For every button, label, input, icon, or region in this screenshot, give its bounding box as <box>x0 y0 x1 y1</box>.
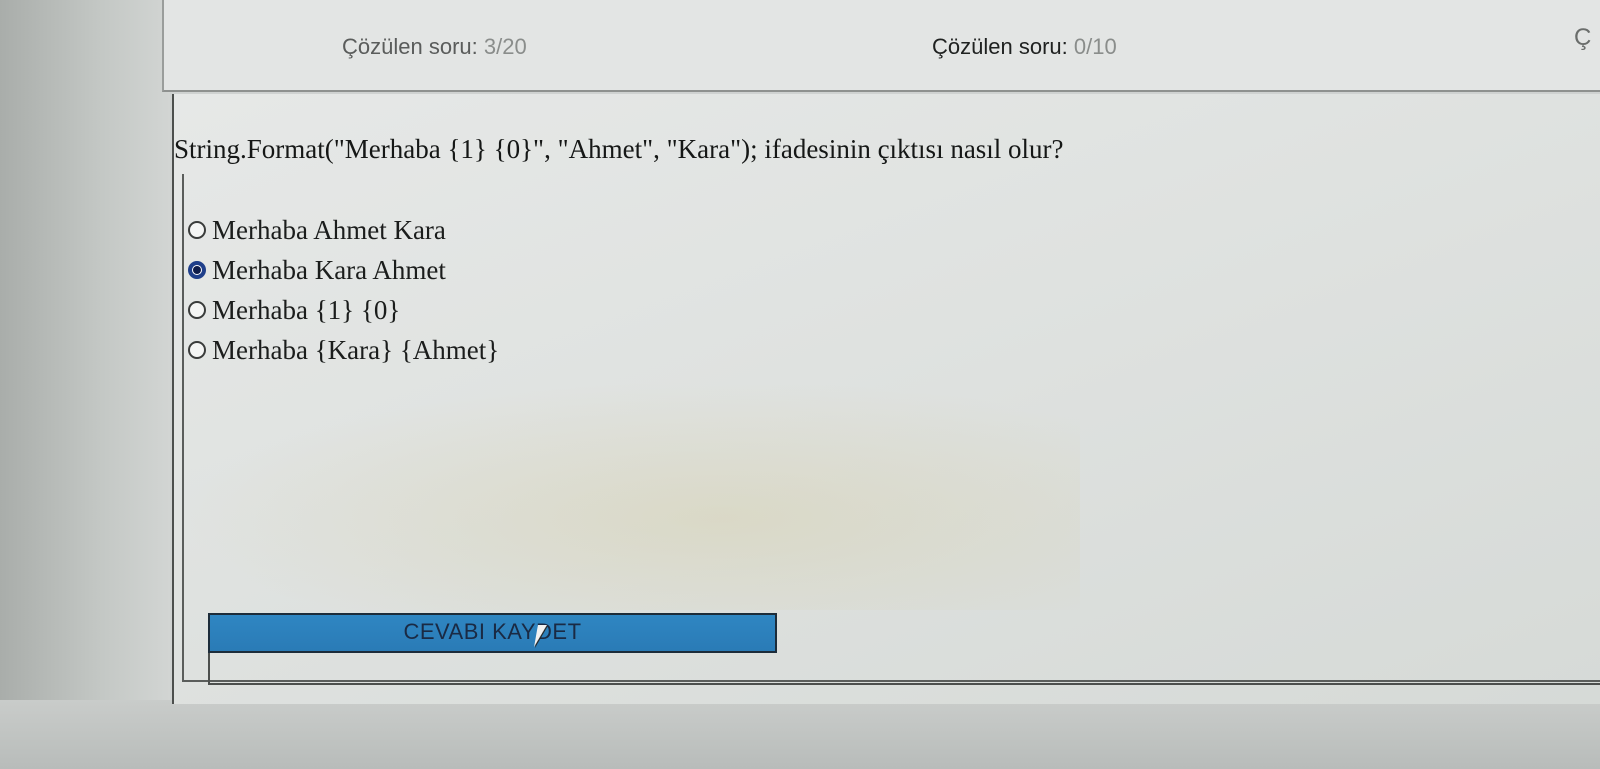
answer-option-1[interactable]: Merhaba Ahmet Kara <box>188 210 499 250</box>
solved-counter-1: Çözülen soru: 3/20 <box>342 34 527 60</box>
answer-frame: Merhaba Ahmet Kara Merhaba Kara Ahmet Me… <box>182 174 1600 682</box>
radio-button[interactable] <box>188 301 206 319</box>
solved-counter-3-label: Ç <box>1574 24 1592 51</box>
monitor-bezel <box>0 0 170 769</box>
radio-button[interactable] <box>188 221 206 239</box>
solved-counter-2-value: 0/10 <box>1073 34 1117 59</box>
answer-option-4[interactable]: Merhaba {Kara} {Ahmet} <box>188 330 499 370</box>
question-text: String.Format("Merhaba {1} {0}", "Ahmet"… <box>174 134 1064 164</box>
answer-option-3[interactable]: Merhaba {1} {0} <box>188 290 499 330</box>
answer-options: Merhaba Ahmet Kara Merhaba Kara Ahmet Me… <box>188 210 499 370</box>
answer-option-label: Merhaba {1} {0} <box>212 294 401 325</box>
answer-option-label: Merhaba {Kara} {Ahmet} <box>212 334 500 365</box>
desk-area <box>0 700 1600 769</box>
answer-option-2[interactable]: Merhaba Kara Ahmet <box>188 250 499 290</box>
progress-header: Çözülen soru: 3/20 Çözülen soru: 0/10 Ç <box>162 0 1600 92</box>
solved-counter-1-label: Çözülen soru: <box>342 34 478 59</box>
radio-button[interactable] <box>188 341 206 359</box>
save-answer-button[interactable]: CEVABI KAYDET <box>208 613 777 653</box>
solved-counter-2-label: Çözülen soru: <box>932 34 1068 59</box>
answer-option-label: Merhaba Kara Ahmet <box>212 254 446 285</box>
solved-counter-1-value: 3/20 <box>483 34 527 59</box>
solved-counter-2: Çözülen soru: 0/10 <box>932 34 1117 60</box>
radio-button-selected[interactable] <box>188 261 206 279</box>
button-footer-frame <box>208 653 1600 685</box>
answer-option-label: Merhaba Ahmet Kara <box>212 214 446 245</box>
